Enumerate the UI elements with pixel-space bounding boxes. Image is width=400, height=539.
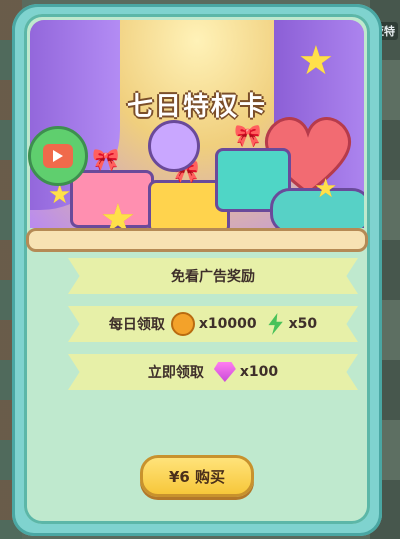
reward-row-daily: 每日领取 x10000 x50 [68,306,358,342]
reward-amount: x100 [239,364,279,380]
reward-item: x100 [210,362,278,382]
play-icon [43,144,73,168]
green-energy-bolt-icon [268,313,283,335]
buy-button[interactable]: ¥6 购买 [140,455,254,497]
banner-illustration: ★ 🎀 🎀 🎀 ★ ★ ★ 七日特权卡 [30,20,364,228]
star-icon: ★ [314,174,338,204]
row-label: 立即领取 [147,365,204,381]
star-icon: ★ [100,196,136,228]
bow-icon: 🎀 [234,124,262,149]
star-icon: ★ [298,38,334,84]
gold-coin-icon [170,312,195,336]
lollipop-icon [148,120,200,172]
shelf-rail [26,228,368,252]
reward-item: x10000 [170,312,257,336]
row-label: 每日领取 [108,317,165,333]
video-ad-icon [28,126,88,186]
reward-row-instant: 立即领取 x100 [68,354,358,390]
row-label: 免看广告奖励 [171,269,255,285]
card-title: 七日特权卡 [126,92,267,122]
reward-item: x50 [263,313,318,335]
reward-amount: x10000 [198,316,257,332]
card-inner: ★ 🎀 🎀 🎀 ★ ★ ★ 七日特权卡 免看广告奖励 每日领取 x10000 x… [24,14,370,524]
bow-icon: 🎀 [92,148,120,173]
reward-row-no-ads: 免看广告奖励 [68,258,358,294]
pink-gem-icon [213,362,236,382]
reward-amount: x50 [288,316,318,332]
